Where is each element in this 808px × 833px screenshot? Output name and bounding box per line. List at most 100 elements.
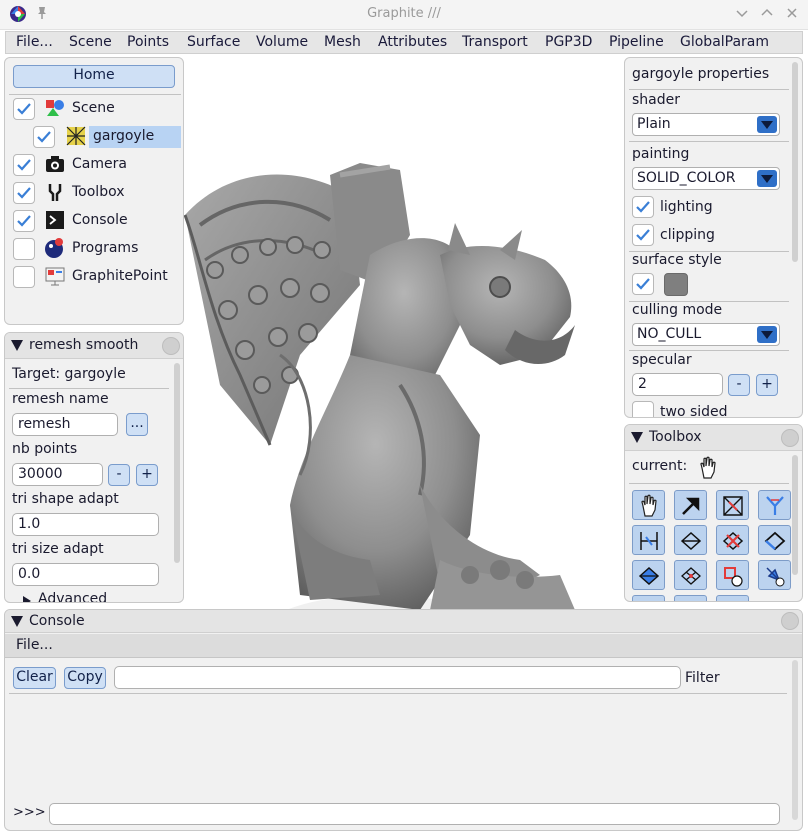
toolbox-icon — [48, 184, 62, 201]
menu-pipeline[interactable]: Pipeline — [609, 34, 664, 50]
tool-mesh-edit[interactable] — [716, 490, 749, 520]
remesh-panel-close-button[interactable] — [162, 337, 180, 355]
expand-triangle-icon[interactable] — [23, 596, 31, 603]
console-panel-header[interactable]: Console — [5, 610, 802, 633]
nb-points-field[interactable]: 30000 — [12, 463, 103, 486]
tool-delete-facet[interactable] — [716, 525, 749, 555]
menu-volume[interactable]: Volume — [256, 34, 308, 50]
console-clear-button[interactable]: Clear — [13, 667, 56, 689]
lighting-label: lighting — [660, 199, 713, 215]
remesh-name-field[interactable]: remesh — [12, 413, 118, 436]
scene-checkbox[interactable] — [13, 98, 35, 120]
console-panel-close-button[interactable] — [781, 612, 799, 630]
tool-hand-pointer[interactable] — [632, 490, 665, 520]
remesh-name-browse-button[interactable]: ... — [126, 413, 148, 436]
tool-split-edge[interactable] — [632, 525, 665, 555]
toolbox-panel-title: Toolbox — [649, 429, 702, 445]
toolbox-panel-close-button[interactable] — [781, 429, 799, 447]
menu-points[interactable]: Points — [127, 34, 169, 50]
toolbox-panel-header[interactable]: Toolbox — [625, 425, 802, 451]
toolbox-checkbox[interactable] — [13, 182, 35, 204]
painting-value: SOLID_COLOR — [637, 170, 736, 186]
camera-checkbox[interactable] — [13, 154, 35, 176]
shader-select[interactable]: Plain — [632, 113, 780, 136]
collapse-triangle-icon[interactable] — [11, 340, 23, 351]
collapse-triangle-icon[interactable] — [631, 432, 643, 443]
culling-dropdown-arrow-icon[interactable] — [757, 326, 777, 343]
menu-file[interactable]: File... — [16, 34, 53, 50]
shader-value: Plain — [637, 116, 671, 132]
surface-color-swatch[interactable] — [664, 273, 688, 296]
remesh-smooth-panel: remesh smooth Target: gargoyle remesh na… — [4, 332, 184, 603]
painting-label: painting — [632, 146, 690, 162]
tri-size-adapt-field[interactable]: 0.0 — [12, 563, 159, 586]
painting-select[interactable]: SOLID_COLOR — [632, 167, 780, 190]
camera-icon — [46, 156, 64, 172]
two-sided-label: two sided — [660, 404, 728, 418]
tool-remove-component[interactable] — [716, 560, 749, 590]
tool-move-vertex[interactable] — [758, 560, 791, 590]
culling-mode-value: NO_CULL — [637, 326, 702, 342]
programs-item-label: Programs — [72, 240, 139, 256]
console-checkbox[interactable] — [13, 210, 35, 232]
properties-panel-scrollbar[interactable] — [792, 62, 798, 262]
remesh-panel-header[interactable]: remesh smooth — [5, 333, 183, 359]
tool-edit-border[interactable] — [758, 525, 791, 555]
menu-globalparam[interactable]: GlobalParam — [680, 34, 769, 50]
console-command-input[interactable] — [49, 803, 780, 825]
clipping-checkbox[interactable] — [632, 224, 654, 246]
scene-tree-panel: Home Scene gargoyle Camera Toolbox Conso… — [4, 57, 184, 325]
console-panel: Console File... Clear Copy Filter >>> — [4, 609, 803, 831]
remesh-panel-scrollbar[interactable] — [174, 363, 180, 563]
lighting-checkbox[interactable] — [632, 196, 654, 218]
programs-icon — [45, 238, 63, 258]
toolbox-item-label: Toolbox — [72, 184, 125, 200]
graphitepoint-checkbox[interactable] — [13, 266, 35, 288]
tool-arrow-pointer[interactable] — [674, 490, 707, 520]
minimize-icon[interactable] — [735, 6, 749, 20]
console-prompt: >>> — [13, 805, 46, 820]
menu-transport[interactable]: Transport — [462, 34, 528, 50]
tool-create-facet[interactable] — [674, 525, 707, 555]
nb-points-increment-button[interactable]: + — [136, 464, 158, 486]
culling-mode-select[interactable]: NO_CULL — [632, 323, 780, 346]
console-scrollbar[interactable] — [792, 660, 798, 820]
remesh-panel-title: remesh smooth — [29, 337, 139, 353]
console-filter-field[interactable] — [114, 666, 681, 689]
console-copy-button[interactable]: Copy — [64, 667, 106, 689]
tool-mesh-zip[interactable] — [758, 490, 791, 520]
tool-partially-visible[interactable] — [716, 595, 749, 601]
menu-attributes[interactable]: Attributes — [378, 34, 447, 50]
toolbox-panel-scrollbar[interactable] — [792, 455, 798, 575]
tri-shape-adapt-field[interactable]: 1.0 — [12, 513, 159, 536]
nb-points-decrement-button[interactable]: - — [108, 464, 130, 486]
two-sided-checkbox[interactable] — [632, 401, 654, 417]
title-bar[interactable]: Graphite /// — [0, 0, 808, 30]
gargoyle-checkbox[interactable] — [33, 126, 55, 148]
nb-points-label: nb points — [12, 441, 78, 457]
specular-increment-button[interactable]: + — [756, 374, 778, 396]
camera-item-label: Camera — [72, 156, 127, 172]
gargoyle-properties-panel: gargoyle properties shader Plain paintin… — [624, 57, 803, 418]
tool-partially-visible[interactable] — [674, 595, 707, 601]
tool-select-facet[interactable] — [632, 560, 665, 590]
menu-pgp3d[interactable]: PGP3D — [545, 34, 592, 50]
console-output-area[interactable] — [9, 696, 787, 796]
maximize-icon[interactable] — [760, 6, 774, 20]
close-icon[interactable] — [785, 6, 799, 20]
menu-mesh[interactable]: Mesh — [324, 34, 361, 50]
console-file-menu[interactable]: File... — [16, 637, 53, 653]
tool-partially-visible[interactable] — [632, 595, 665, 601]
home-button[interactable]: Home — [13, 65, 175, 88]
programs-checkbox[interactable] — [13, 238, 35, 260]
painting-dropdown-arrow-icon[interactable] — [757, 170, 777, 187]
tool-mesh-grid[interactable] — [674, 560, 707, 590]
collapse-triangle-icon[interactable] — [11, 616, 23, 627]
specular-decrement-button[interactable]: - — [728, 374, 750, 396]
menu-scene[interactable]: Scene — [69, 34, 112, 50]
surface-style-checkbox[interactable] — [632, 273, 654, 295]
console-panel-title: Console — [29, 613, 85, 629]
shader-dropdown-arrow-icon[interactable] — [757, 116, 777, 133]
menu-surface[interactable]: Surface — [187, 34, 240, 50]
specular-field[interactable]: 2 — [632, 373, 723, 396]
